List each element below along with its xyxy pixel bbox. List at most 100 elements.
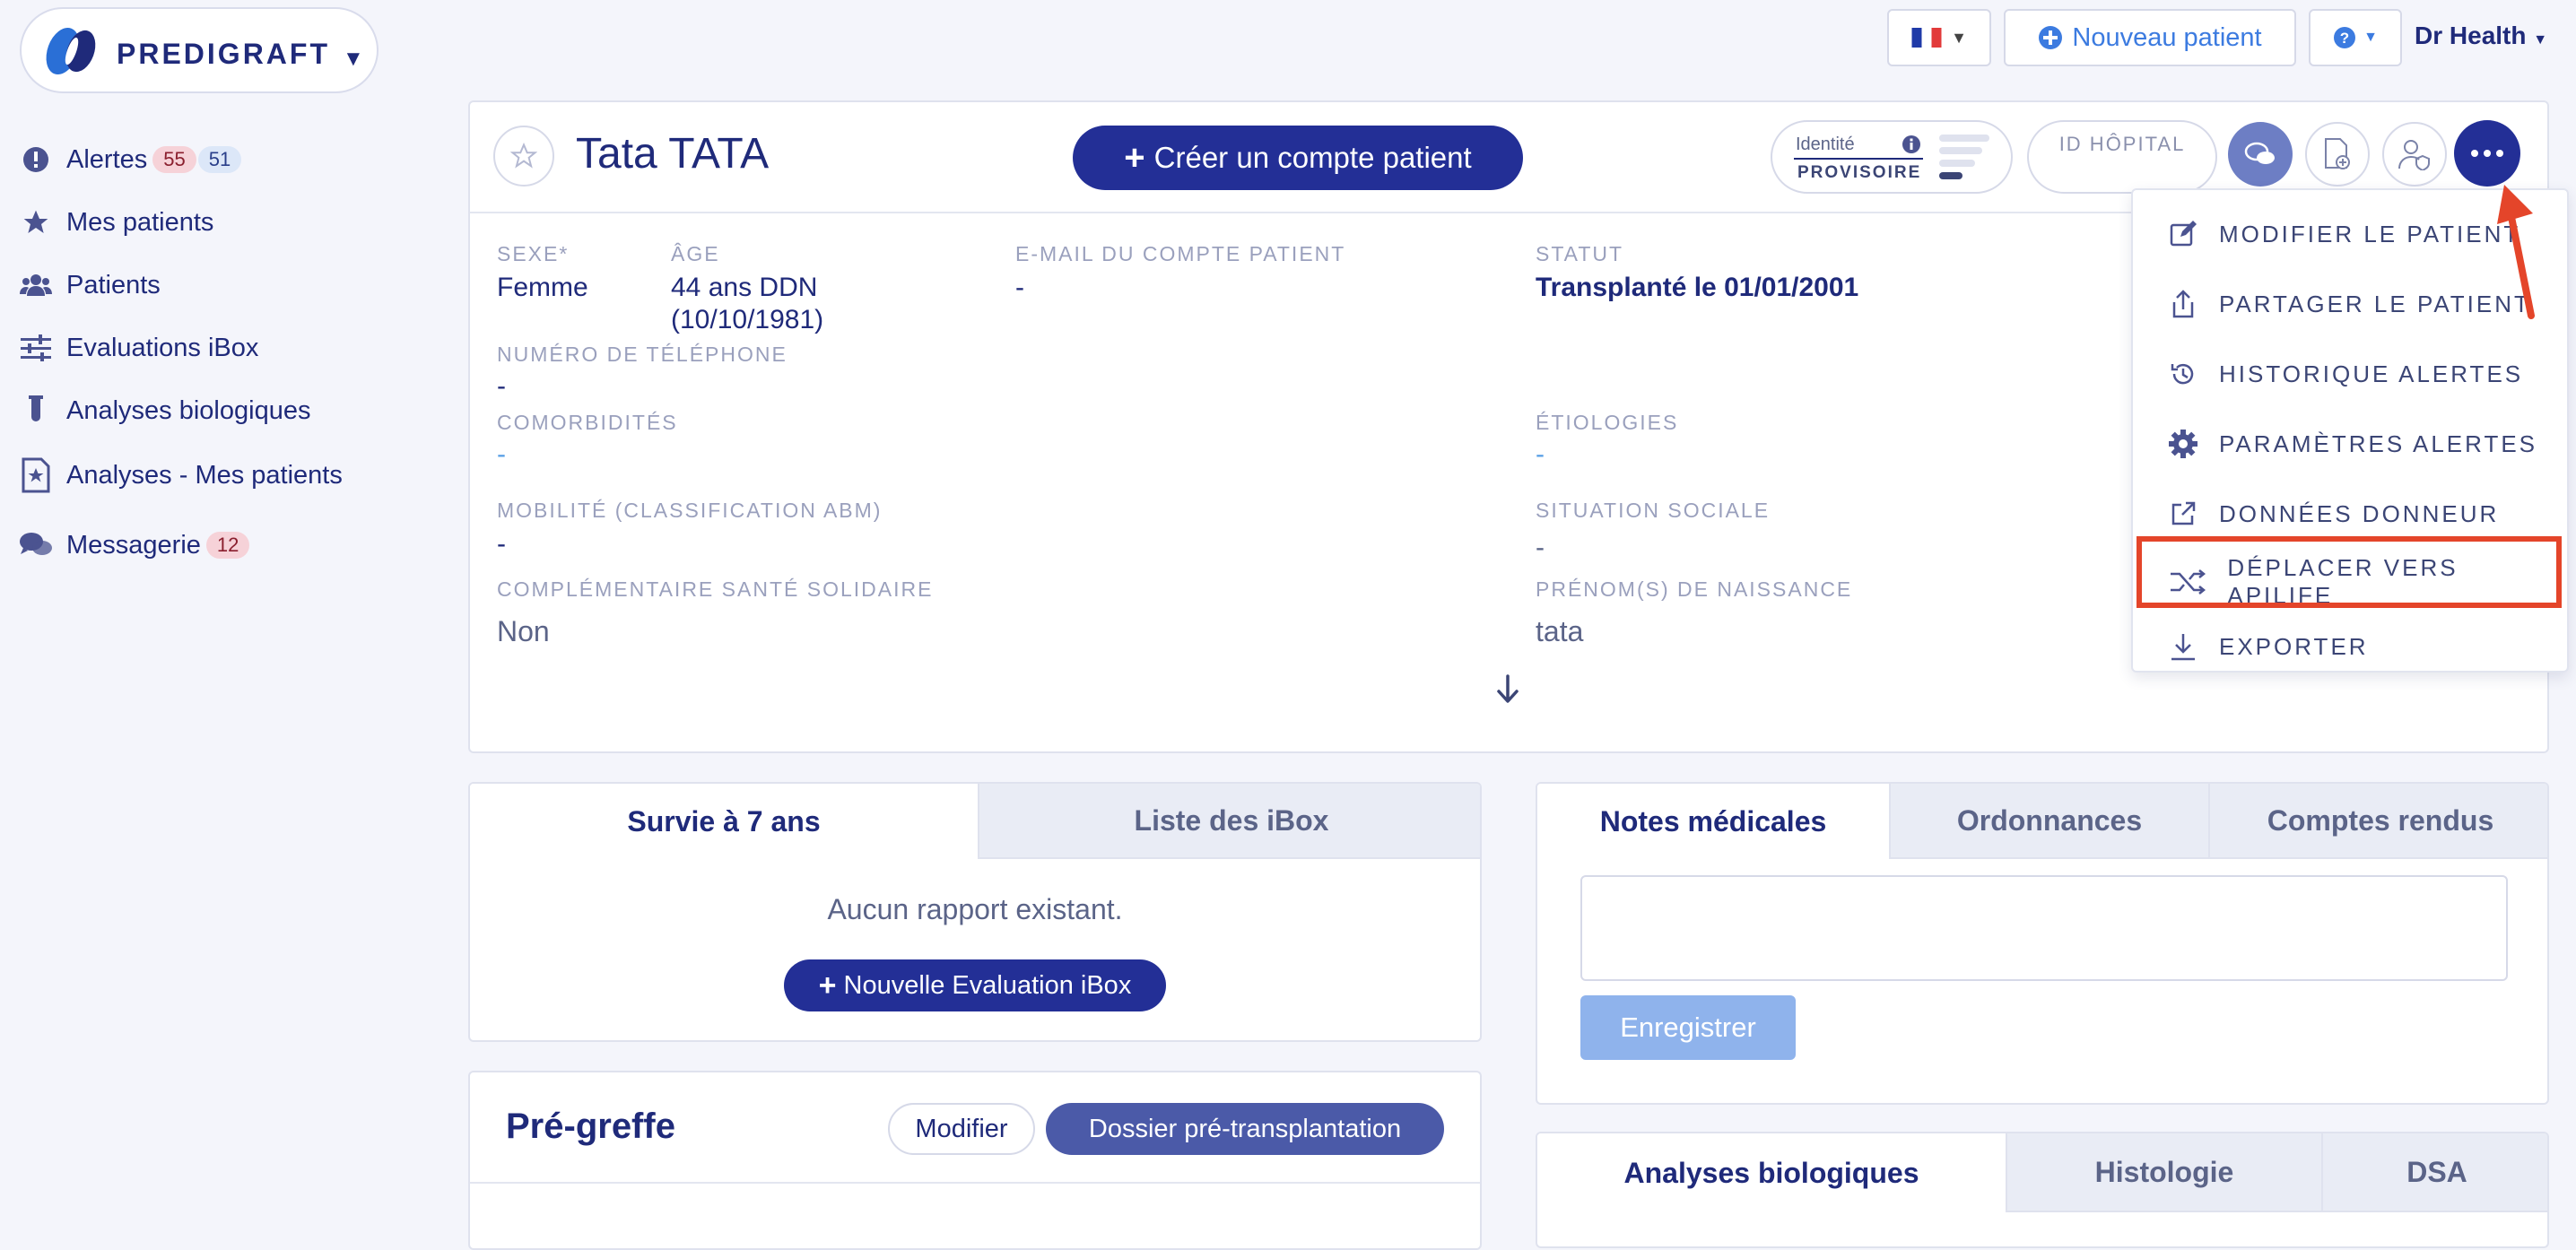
tab-liste-ibox[interactable]: Liste des iBox (978, 784, 1480, 859)
document-plus-icon (2325, 138, 2350, 169)
pretransplant-file-button[interactable]: Dossier pré-transplantation (1046, 1103, 1444, 1155)
menu-item-donnees-donneur[interactable]: DONNÉES DONNEUR (2167, 491, 2499, 536)
help-menu-button[interactable]: ? ▼ (2309, 9, 2402, 66)
mobility-value: - (497, 529, 506, 559)
tab-notes-medicales[interactable]: Notes médicales (1537, 784, 1889, 859)
annotation-arrow-icon (2497, 185, 2535, 319)
plus-icon: + (818, 968, 837, 1003)
age-value: 44 ans DDN (671, 273, 818, 302)
star-icon (20, 206, 52, 239)
identity-divider (1794, 158, 1923, 160)
user-menu[interactable]: Dr Health ▼ (2415, 22, 2547, 50)
user-verified-button[interactable] (2382, 122, 2447, 187)
email-label: E-MAIL DU COMPTE PATIENT (1015, 242, 1346, 265)
identity-label: Identité (1796, 135, 1855, 154)
identity-status-pill[interactable]: Identité PROVISOIRE (1771, 120, 2013, 194)
brand-switcher[interactable]: PREDIGRAFT ▼ (20, 7, 379, 93)
css-value: Non (497, 615, 550, 647)
new-ibox-evaluation-button[interactable]: + Nouvelle Evaluation iBox (784, 959, 1166, 1011)
patient-name: Tata TATA (576, 130, 770, 178)
question-icon: ? (2334, 27, 2356, 48)
phone-value: - (497, 371, 506, 401)
medical-note-textarea[interactable] (1580, 875, 2508, 981)
sidebar-item-mes-patients[interactable]: Mes patients (20, 204, 213, 240)
social-situation-label: SITUATION SOCIALE (1536, 499, 1771, 522)
tab-survie-7-ans[interactable]: Survie à 7 ans (470, 784, 978, 859)
sidebar-item-label: Alertes (66, 144, 148, 174)
comorbidities-value: - (497, 439, 506, 469)
svg-text:?: ? (2340, 30, 2349, 47)
birth-name-label: PRÉNOM(S) DE NAISSANCE (1536, 577, 1853, 601)
sexe-value: Femme (497, 273, 588, 302)
notes-card: Notes médicales Ordonnances Comptes rend… (1536, 782, 2549, 1105)
caret-down-icon: ▼ (343, 47, 364, 71)
comorbidities-label: COMORBIDITÉS (497, 411, 678, 434)
sidebar-item-label: Analyses biologiques (66, 395, 311, 425)
tab-ordonnances[interactable]: Ordonnances (1889, 784, 2208, 859)
sidebar-item-messagerie[interactable]: Messagerie 12 (20, 527, 250, 563)
edit-pregreffe-button[interactable]: Modifier (888, 1103, 1035, 1155)
share-icon (2167, 288, 2199, 320)
tab-dsa[interactable]: DSA (2321, 1133, 2547, 1212)
birthdate-value: (10/10/1981) (671, 305, 824, 334)
tab-analyses-biologiques[interactable]: Analyses biologiques (1537, 1133, 2006, 1212)
menu-item-exporter[interactable]: EXPORTER (2167, 624, 2369, 669)
identity-level-bar-filled (1939, 172, 1962, 179)
css-label: COMPLÉMENTAIRE SANTÉ SOLIDAIRE (497, 577, 934, 601)
pregreffe-divider (470, 1182, 1480, 1184)
save-note-button[interactable]: Enregistrer (1580, 995, 1796, 1060)
statut-value: Transplanté le 01/01/2001 (1536, 273, 1859, 302)
identity-level-bar (1939, 160, 1975, 167)
sidebar-item-label: Messagerie (66, 530, 201, 560)
caret-down-icon: ▼ (2363, 30, 2378, 45)
menu-item-historique-alertes[interactable]: HISTORIQUE ALERTES (2167, 352, 2523, 396)
caret-down-icon: ▼ (1951, 28, 1967, 47)
sidebar-item-label: Analyses - Mes patients (66, 460, 343, 490)
history-icon (2167, 358, 2199, 390)
add-document-button[interactable] (2305, 122, 2370, 187)
plus-circle-icon (2039, 26, 2063, 49)
sidebar-item-patients[interactable]: Patients (20, 267, 161, 303)
messages-count-badge: 12 (205, 532, 250, 559)
info-icon (1902, 135, 1920, 153)
sidebar-item-alertes[interactable]: Alertes 55 51 (20, 142, 242, 178)
brand-name: PREDIGRAFT (117, 38, 330, 70)
external-link-icon (2167, 498, 2199, 530)
sidebar-item-analyses-biologiques[interactable]: Analyses biologiques (20, 393, 310, 429)
chat-icon (2244, 142, 2275, 164)
sidebar-item-evaluations-ibox[interactable]: Evaluations iBox (20, 330, 258, 366)
phone-label: NUMÉRO DE TÉLÉPHONE (497, 343, 788, 366)
user-shield-icon (2398, 140, 2430, 170)
predigraft-logo-icon (46, 27, 96, 75)
create-patient-account-button[interactable]: + Créer un compte patient (1073, 126, 1523, 190)
mobility-label: MOBILITÉ (CLASSIFICATION ABM) (497, 499, 883, 522)
menu-item-modifier-patient[interactable]: MODIFIER LE PATIENT (2167, 212, 2520, 256)
identity-level-bar (1939, 135, 1989, 142)
more-actions-button[interactable] (2454, 120, 2520, 187)
sexe-label: SEXE* (497, 242, 570, 265)
edit-icon (2167, 218, 2199, 250)
document-star-icon (20, 457, 52, 493)
birth-name-value: tata (1536, 615, 1584, 647)
new-patient-button[interactable]: Nouveau patient (2004, 9, 2296, 66)
star-outline-icon (510, 143, 537, 169)
favorite-star-button[interactable] (493, 126, 554, 187)
etiologies-value: - (1536, 439, 1545, 469)
identity-level-bar (1939, 147, 1982, 154)
sidebar-item-label: Evaluations iBox (66, 333, 259, 362)
tab-histologie[interactable]: Histologie (2006, 1133, 2321, 1212)
sidebar-item-analyses-mes-patients[interactable]: Analyses - Mes patients (20, 457, 343, 493)
messages-button[interactable] (2228, 122, 2293, 187)
ibox-card: Survie à 7 ans Liste des iBox Aucun rapp… (468, 782, 1482, 1042)
language-selector[interactable]: ▼ (1887, 9, 1991, 66)
menu-item-parametres-alertes[interactable]: PARAMÈTRES ALERTES (2167, 421, 2537, 466)
expand-down-arrow-icon[interactable] (1494, 674, 1521, 705)
hospital-id-pill[interactable]: ID HÔPITAL (2027, 120, 2217, 194)
pregreffe-title: Pré-greffe (506, 1107, 675, 1146)
more-dots-icon (2471, 150, 2503, 157)
etiologies-label: ÉTIOLOGIES (1536, 411, 1679, 434)
download-icon (2167, 630, 2199, 663)
alert-icon (20, 143, 52, 176)
menu-item-partager-patient[interactable]: PARTAGER LE PATIENT (2167, 282, 2531, 326)
tab-comptes-rendus[interactable]: Comptes rendus (2208, 784, 2547, 859)
